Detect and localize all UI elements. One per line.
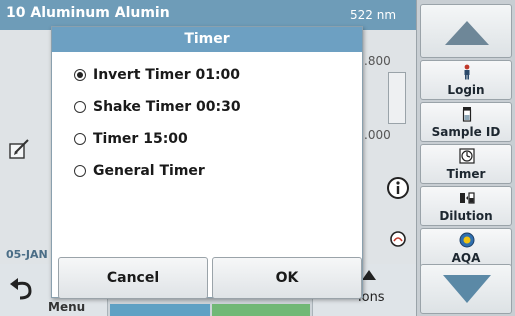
sample-id-button[interactable]: Sample ID [420, 102, 512, 142]
wavelength-readout: 522 nm [350, 8, 397, 22]
dialog-title: Timer [52, 27, 362, 52]
instrument-screen: 10 Aluminum Alumin 522 nm .800 .000 05-J… [0, 0, 515, 316]
dilution-label: Dilution [439, 209, 493, 223]
person-icon [464, 64, 470, 80]
aqa-icon [459, 232, 475, 248]
dilution-button[interactable]: Dilution [420, 186, 512, 226]
timer-button[interactable]: Timer [420, 144, 512, 184]
menu-label: Menu [48, 300, 86, 314]
scale-bottom-value: .000 [364, 128, 391, 142]
bottom-tab-green[interactable] [212, 304, 310, 316]
scroll-up-button[interactable] [420, 4, 512, 58]
login-button[interactable]: Login [420, 60, 512, 100]
timer-dialog: Timer Invert Timer 01:00 Shake Timer 00:… [51, 26, 363, 299]
radio-option-label: Timer 15:00 [93, 131, 188, 147]
cancel-button[interactable]: Cancel [58, 257, 208, 299]
radio-option-label: Shake Timer 00:30 [93, 99, 241, 115]
radio-button-icon[interactable] [74, 101, 86, 113]
aqa-label: AQA [451, 251, 481, 265]
timer-icon [459, 148, 475, 164]
ok-button[interactable]: OK [212, 257, 362, 299]
radio-option-label: General Timer [93, 163, 205, 179]
triangle-down-icon [443, 275, 491, 303]
scale-bar [388, 72, 406, 124]
radio-option-label: Invert Timer 01:00 [93, 67, 241, 83]
dilution-icon [460, 192, 475, 204]
timer-label: Timer [446, 167, 486, 181]
radio-button-icon[interactable] [74, 165, 86, 177]
scale-top-value: .800 [364, 54, 391, 68]
info-icon[interactable] [386, 176, 410, 200]
edit-icon[interactable] [8, 138, 32, 160]
radio-button-icon[interactable] [74, 133, 86, 145]
radio-button-selected-icon[interactable] [74, 69, 86, 81]
caret-up-icon [362, 270, 376, 280]
sample-id-label: Sample ID [431, 125, 501, 139]
triangle-up-icon [445, 21, 489, 45]
vial-icon [462, 107, 472, 122]
login-label: Login [447, 83, 485, 97]
scroll-down-button[interactable] [420, 264, 512, 314]
method-title: 10 Aluminum Alumin [6, 5, 170, 21]
date-label: 05-JAN [6, 248, 48, 261]
reagent-icon[interactable] [388, 228, 408, 250]
back-arrow-icon [10, 278, 32, 300]
bottom-tab-blue[interactable] [110, 304, 210, 316]
aqa-button[interactable]: AQA [420, 228, 512, 268]
